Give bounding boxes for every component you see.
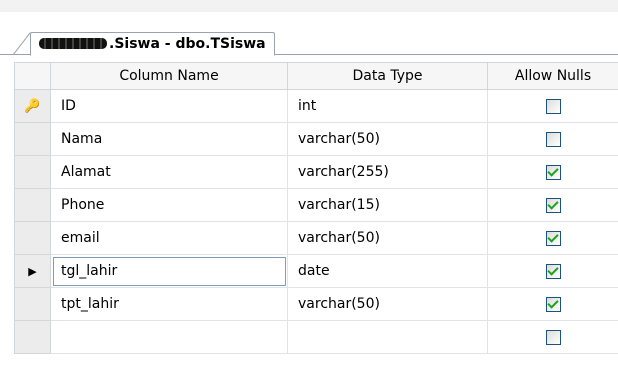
data-type-cell[interactable]: varchar(50) [287, 221, 488, 255]
table-row[interactable]: ▶ tgl_lahir date [14, 254, 618, 288]
table-row[interactable]: email varchar(50) [14, 221, 618, 255]
data-type-cell[interactable]: varchar(50) [287, 122, 488, 156]
row-selector[interactable] [14, 155, 51, 189]
column-name-header: Column Name [50, 62, 288, 90]
row-selector[interactable] [14, 122, 51, 156]
data-type-cell[interactable]: varchar(50) [287, 287, 488, 321]
top-area [0, 0, 618, 32]
redacted-database-name [39, 38, 107, 49]
key-icon: 🔑 [24, 99, 41, 114]
row-selector[interactable]: 🔑 [14, 89, 51, 123]
data-type-cell[interactable]: varchar(15) [287, 188, 488, 222]
allow-nulls-cell [487, 320, 618, 354]
tab-title: .Siswa - dbo.TSiswa [109, 36, 266, 52]
column-name-cell[interactable]: Alamat [50, 155, 288, 189]
top-strip [0, 0, 618, 12]
row-selector[interactable] [14, 287, 51, 321]
row-pointer-icon: ▶ [28, 265, 37, 278]
allow-nulls-checkbox[interactable] [545, 263, 561, 279]
allow-nulls-checkbox[interactable] [545, 131, 561, 147]
table-row[interactable]: Phone varchar(15) [14, 188, 618, 222]
column-name-cell[interactable]: ID [50, 89, 288, 123]
column-grid: Column Name Data Type Allow Nulls 🔑 ID int… [14, 62, 618, 354]
tab-table-designer[interactable]: .Siswa - dbo.TSiswa [30, 32, 275, 56]
allow-nulls-cell [487, 188, 618, 222]
column-name-cell[interactable]: tgl_lahir [50, 254, 288, 288]
allow-nulls-cell [487, 89, 618, 123]
allow-nulls-cell [487, 122, 618, 156]
allow-nulls-checkbox[interactable] [545, 230, 561, 246]
allow-nulls-cell [487, 221, 618, 255]
column-name-cell[interactable]: Nama [50, 122, 288, 156]
allow-nulls-checkbox[interactable] [545, 329, 561, 345]
row-selector-header [14, 62, 51, 90]
data-type-header: Data Type [287, 62, 488, 90]
table-row[interactable]: Alamat varchar(255) [14, 155, 618, 189]
column-name-cell[interactable] [50, 320, 288, 354]
allow-nulls-checkbox[interactable] [545, 98, 561, 114]
data-type-cell[interactable]: date [287, 254, 488, 288]
allow-nulls-checkbox[interactable] [545, 164, 561, 180]
table-row[interactable]: Nama varchar(50) [14, 122, 618, 156]
data-type-cell[interactable]: varchar(255) [287, 155, 488, 189]
row-selector[interactable] [14, 188, 51, 222]
allow-nulls-cell [487, 254, 618, 288]
row-selector[interactable]: ▶ [14, 254, 51, 288]
allow-nulls-header: Allow Nulls [487, 62, 618, 90]
column-name-cell[interactable]: tpt_lahir [50, 287, 288, 321]
tab-strip: .Siswa - dbo.TSiswa [0, 32, 618, 56]
allow-nulls-checkbox[interactable] [545, 296, 561, 312]
data-type-cell[interactable] [287, 320, 488, 354]
allow-nulls-cell [487, 155, 618, 189]
column-name-cell[interactable]: email [50, 221, 288, 255]
data-type-cell[interactable]: int [287, 89, 488, 123]
table-row[interactable]: 🔑 ID int [14, 89, 618, 123]
allow-nulls-checkbox[interactable] [545, 197, 561, 213]
table-row[interactable] [14, 320, 618, 354]
table-row[interactable]: tpt_lahir varchar(50) [14, 287, 618, 321]
grid-header-row: Column Name Data Type Allow Nulls [14, 62, 618, 90]
column-name-cell[interactable]: Phone [50, 188, 288, 222]
row-selector[interactable] [14, 221, 51, 255]
allow-nulls-cell [487, 287, 618, 321]
row-selector[interactable] [14, 320, 51, 354]
